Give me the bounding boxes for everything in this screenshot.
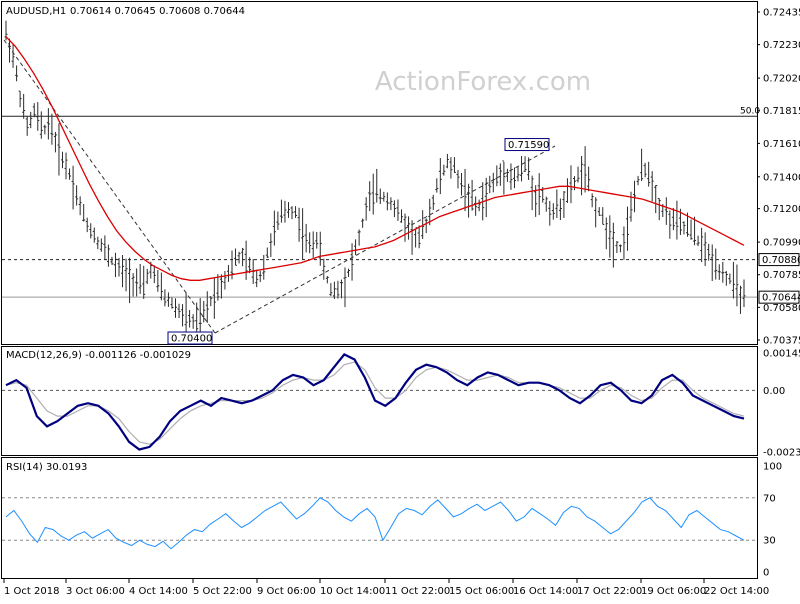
time-tick-label: 10 Oct 14:00 [320, 586, 385, 597]
rsi-tick-label: 70 [763, 493, 776, 504]
chart-canvas[interactable]: ActionForex.com 50.00.708800.70644 0.724… [0, 0, 800, 600]
price-tick-label: 0.70375 [763, 336, 800, 347]
time-tick-label: 17 Oct 22:00 [577, 586, 642, 597]
macd-tick-label: -0.002398 [763, 448, 800, 459]
annotation-label: 0.70400 [171, 334, 212, 345]
annotation-label: 0.71590 [508, 140, 549, 151]
price-tick-label: 0.71200 [763, 204, 800, 215]
macd-title: MACD(12,26,9) -0.001126 -0.001029 [6, 350, 191, 361]
rsi-tick-label: 100 [763, 462, 782, 473]
time-tick-label: 3 Oct 06:00 [66, 586, 125, 597]
price-marker-label: 0.70880 [762, 255, 800, 266]
rsi-title: RSI(14) 30.0193 [6, 462, 87, 473]
price-tick-label: 0.72020 [763, 74, 800, 85]
price-tick-label: 0.70990 [763, 238, 800, 249]
time-axis: 1 Oct 2018 3 Oct 06:00 4 Oct 14:00 5 Oct 22… [3, 579, 769, 597]
rsi-tick-label: 0 [763, 568, 769, 579]
price-tick-label: 0.70580 [763, 303, 800, 314]
price-tick-label: 0.70785 [763, 270, 800, 281]
chart-window: ActionForex.com 50.0 0.70880 0.70644 0.724… [0, 0, 800, 600]
time-tick-label: 5 Oct 22:00 [193, 586, 252, 597]
price-tick-label: 0.71815 [763, 106, 800, 117]
time-tick-label: 1 Oct 2018 [4, 586, 59, 597]
time-tick-label: 9 Oct 06:00 [257, 586, 316, 597]
price-panel-frame [1, 1, 758, 345]
fib-level-label: 50.0 [740, 106, 760, 116]
price-tick-label: 0.72435 [763, 8, 800, 19]
macd-tick-label: 0.00 [763, 386, 785, 397]
price-tick-label: 0.72230 [763, 40, 800, 51]
time-tick-label: 15 Oct 06:00 [449, 586, 514, 597]
time-tick-label: 19 Oct 06:00 [641, 586, 706, 597]
time-tick-label: 22 Oct 14:00 [704, 586, 769, 597]
rsi-panel-frame [1, 457, 758, 579]
rsi-tick-label: 30 [763, 536, 776, 547]
ohlc-header: 0.70614 0.70645 0.70608 0.70644 [70, 6, 245, 17]
price-title: AUDUSD,H1 [6, 6, 66, 17]
time-tick-label: 11 Oct 22:00 [385, 586, 450, 597]
time-tick-label: 16 Oct 14:00 [513, 586, 578, 597]
macd-tick-label: 0.001454 [763, 349, 800, 360]
watermark: ActionForex.com [375, 67, 591, 97]
price-tick-label: 0.71400 [763, 172, 800, 183]
price-tick-label: 0.71610 [763, 139, 800, 150]
time-tick-label: 4 Oct 14:00 [129, 586, 188, 597]
